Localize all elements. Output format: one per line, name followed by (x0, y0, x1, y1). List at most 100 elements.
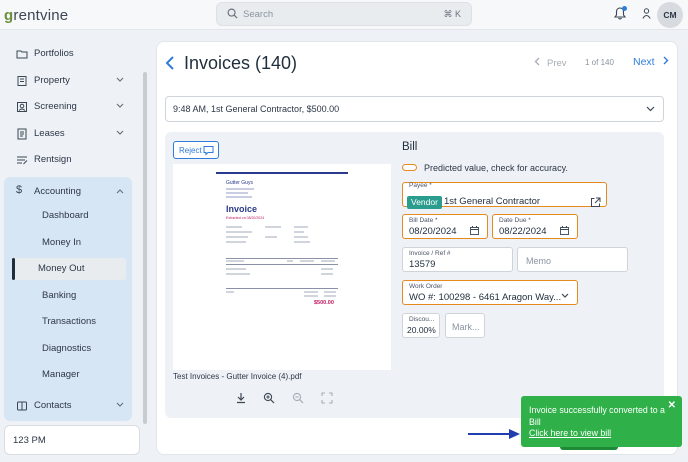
prev-button[interactable]: Prev (534, 57, 567, 69)
sidebar-scrollbar[interactable] (143, 72, 147, 424)
search-input[interactable]: Search ⌘ K (216, 2, 472, 26)
page-position: 1 of 140 (585, 58, 614, 67)
next-button[interactable]: Next (633, 56, 669, 68)
doc-text-line (226, 231, 252, 233)
doc-title: Invoice (226, 204, 258, 214)
comment-icon (203, 146, 214, 156)
doc-text-line (294, 241, 310, 243)
bill-heading: Bill (402, 141, 418, 153)
doc-text-line (226, 236, 248, 238)
avatar[interactable]: CM (657, 2, 683, 28)
zoom-out-icon[interactable] (292, 392, 304, 404)
payee-value: 1st General Contractor (444, 196, 541, 207)
bill-panel: Reject Gutter Guys Invoice Extracted on … (165, 132, 664, 418)
discount-field[interactable]: Discou... 20.00% (402, 313, 440, 338)
memo-field[interactable]: Memo (517, 247, 628, 272)
doc-text-line (294, 226, 308, 228)
back-chevron-icon[interactable] (165, 56, 175, 70)
download-icon[interactable] (235, 392, 247, 404)
doc-text-line (226, 260, 244, 262)
doc-total: $500.00 (314, 300, 334, 306)
sidebar-sub-dashboard[interactable]: Dashboard (16, 205, 130, 227)
doc-address-line (226, 192, 248, 194)
page-title: Invoices (140) (184, 53, 298, 73)
search-placeholder: Search (243, 9, 274, 20)
invoice-preview[interactable]: Gutter Guys Invoice Extracted on 08/20/2… (173, 164, 391, 370)
chevron-down-icon (116, 103, 124, 108)
doc-table-rule (226, 264, 338, 265)
dollar-icon: $ (16, 184, 23, 196)
doc-table-rule (226, 258, 338, 259)
vendor-tag: Vendor (407, 196, 442, 209)
doc-text-line (226, 273, 250, 275)
close-icon[interactable]: ✕ (668, 400, 676, 411)
doc-table-rule (226, 288, 338, 289)
sidebar-item-screening[interactable]: Screening (4, 95, 132, 119)
doc-text-line (287, 260, 293, 262)
view-bill-link[interactable]: Click here to view bill (529, 428, 611, 438)
sidebar-item-contacts[interactable]: Contacts (4, 394, 132, 418)
doc-text-line (324, 295, 336, 297)
search-shortcut: ⌘ K (443, 9, 461, 19)
doc-text-line (304, 291, 318, 293)
doc-text-line (300, 260, 314, 262)
doc-address-line (226, 196, 252, 198)
sidebar-sub-diagnostics[interactable]: Diagnostics (16, 338, 130, 360)
sidebar-sub-banking[interactable]: Banking (16, 285, 130, 307)
doc-text-line (226, 226, 242, 228)
sidebar-footer[interactable]: 123 PM (4, 425, 140, 455)
bill-date-field[interactable]: Bill Date * 08/20/2024 (402, 214, 488, 239)
sidebar-item-leases[interactable]: Leases (4, 122, 132, 146)
folder-icon (16, 50, 28, 59)
fullscreen-icon[interactable] (321, 392, 333, 404)
sidebar-item-property[interactable]: Property (4, 69, 132, 93)
payee-field[interactable]: Payee * Vendor 1st General Contractor (402, 182, 607, 209)
external-link-icon[interactable] (590, 197, 601, 208)
annotation-arrow (468, 429, 520, 439)
notification-dot (622, 6, 627, 11)
calendar-icon[interactable] (470, 226, 479, 235)
doc-text-line (226, 268, 246, 270)
doc-text-line (304, 295, 318, 297)
date-due-field[interactable]: Date Due * 08/22/2024 (492, 214, 578, 239)
doc-text-line (226, 241, 246, 243)
lease-icon (17, 128, 27, 140)
success-toast: Invoice successfully converted to a Bill… (521, 396, 682, 447)
sidebar-sub-manager[interactable]: Manager (16, 364, 130, 386)
user-menu-button[interactable] (642, 8, 651, 22)
chevron-right-icon (663, 56, 669, 65)
zoom-in-icon[interactable] (263, 392, 275, 404)
top-bar: grentvine Search ⌘ K CM (0, 0, 688, 30)
sidebar-sub-money-out[interactable]: Money Out (12, 258, 126, 280)
invoice-select[interactable]: 9:48 AM, 1st General Contractor, $500.00 (165, 96, 664, 122)
sidebar-item-accounting[interactable]: $ Accounting (4, 180, 132, 204)
chevron-down-icon (116, 130, 124, 135)
doc-text-line (294, 231, 304, 233)
notifications-button[interactable] (613, 6, 627, 23)
sidebar-item-rentsign[interactable]: Rentsign (4, 148, 132, 172)
app-logo[interactable]: grentvine (4, 7, 68, 24)
doc-company: Gutter Guys (226, 180, 253, 186)
work-order-select[interactable]: Work Order WO #: 100298 - 6461 Aragon Wa… (402, 280, 578, 305)
accounting-section: $ Accounting Dashboard Money In Money Ou… (4, 177, 132, 421)
sidebar-item-portfolios[interactable]: Portfolios (4, 42, 132, 66)
sidebar-sub-transactions[interactable]: Transactions (16, 311, 130, 333)
chevron-down-icon (116, 77, 124, 82)
chevron-up-icon (116, 189, 124, 194)
building-icon (17, 76, 27, 86)
markup-field[interactable]: Mark... (445, 313, 485, 338)
search-icon (227, 8, 238, 19)
doc-header-bar (216, 172, 348, 174)
doc-text-line (321, 260, 335, 262)
reject-button[interactable]: Reject (173, 141, 219, 159)
doc-text-line (321, 268, 333, 270)
chevron-left-icon (534, 57, 540, 66)
calendar-icon[interactable] (560, 226, 569, 235)
predicted-swatch (402, 164, 417, 171)
doc-text-line (324, 291, 336, 293)
person-icon (642, 8, 651, 19)
invoice-ref-field[interactable]: Invoice / Ref # 13579 (402, 247, 513, 272)
doc-text-line (294, 236, 308, 238)
sidebar-sub-money-in[interactable]: Money In (16, 232, 130, 254)
doc-text-line (265, 236, 277, 238)
